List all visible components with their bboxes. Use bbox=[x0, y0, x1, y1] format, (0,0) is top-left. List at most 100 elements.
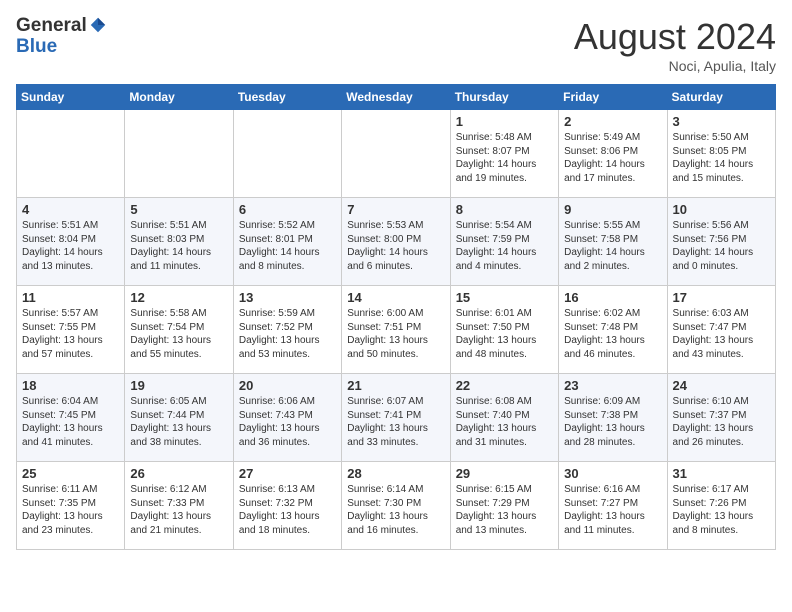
weekday-header-friday: Friday bbox=[559, 85, 667, 110]
day-number: 13 bbox=[239, 290, 336, 305]
calendar-day-cell: 25 Sunrise: 6:11 AMSunset: 7:35 PMDayligh… bbox=[17, 462, 125, 550]
calendar-day-cell: 5 Sunrise: 5:51 AMSunset: 8:03 PMDaylight… bbox=[125, 198, 233, 286]
day-info: Sunrise: 6:02 AMSunset: 7:48 PMDaylight:… bbox=[564, 307, 661, 361]
day-number: 15 bbox=[456, 290, 553, 305]
calendar-day-cell: 12 Sunrise: 5:58 AMSunset: 7:54 PMDayligh… bbox=[125, 286, 233, 374]
day-info: Sunrise: 5:48 AMSunset: 8:07 PMDaylight:… bbox=[456, 131, 553, 185]
day-number: 3 bbox=[673, 114, 770, 129]
day-info: Sunrise: 6:17 AMSunset: 7:26 PMDaylight:… bbox=[673, 483, 770, 537]
calendar-day-cell: 3 Sunrise: 5:50 AMSunset: 8:05 PMDaylight… bbox=[667, 110, 775, 198]
calendar-day-cell: 16 Sunrise: 6:02 AMSunset: 7:48 PMDayligh… bbox=[559, 286, 667, 374]
logo-blue-text: Blue bbox=[16, 37, 57, 58]
calendar-day-cell: 29 Sunrise: 6:15 AMSunset: 7:29 PMDayligh… bbox=[450, 462, 558, 550]
day-info: Sunrise: 6:04 AMSunset: 7:45 PMDaylight:… bbox=[22, 395, 119, 449]
day-info: Sunrise: 5:49 AMSunset: 8:06 PMDaylight:… bbox=[564, 131, 661, 185]
day-info: Sunrise: 6:13 AMSunset: 7:32 PMDaylight:… bbox=[239, 483, 336, 537]
day-info: Sunrise: 5:58 AMSunset: 7:54 PMDaylight:… bbox=[130, 307, 227, 361]
calendar-week-row: 1 Sunrise: 5:48 AMSunset: 8:07 PMDaylight… bbox=[17, 110, 776, 198]
calendar-table: SundayMondayTuesdayWednesdayThursdayFrid… bbox=[16, 84, 776, 550]
calendar-day-cell: 30 Sunrise: 6:16 AMSunset: 7:27 PMDayligh… bbox=[559, 462, 667, 550]
day-info: Sunrise: 5:55 AMSunset: 7:58 PMDaylight:… bbox=[564, 219, 661, 273]
day-number: 28 bbox=[347, 466, 444, 481]
title-section: August 2024 Noci, Apulia, Italy bbox=[574, 16, 776, 74]
day-info: Sunrise: 6:00 AMSunset: 7:51 PMDaylight:… bbox=[347, 307, 444, 361]
day-number: 4 bbox=[22, 202, 119, 217]
day-info: Sunrise: 5:52 AMSunset: 8:01 PMDaylight:… bbox=[239, 219, 336, 273]
day-info: Sunrise: 5:51 AMSunset: 8:03 PMDaylight:… bbox=[130, 219, 227, 273]
day-number: 31 bbox=[673, 466, 770, 481]
calendar-day-cell: 20 Sunrise: 6:06 AMSunset: 7:43 PMDayligh… bbox=[233, 374, 341, 462]
day-number: 25 bbox=[22, 466, 119, 481]
day-info: Sunrise: 5:53 AMSunset: 8:00 PMDaylight:… bbox=[347, 219, 444, 273]
day-number: 5 bbox=[130, 202, 227, 217]
day-info: Sunrise: 6:09 AMSunset: 7:38 PMDaylight:… bbox=[564, 395, 661, 449]
day-number: 17 bbox=[673, 290, 770, 305]
day-info: Sunrise: 6:06 AMSunset: 7:43 PMDaylight:… bbox=[239, 395, 336, 449]
day-info: Sunrise: 5:50 AMSunset: 8:05 PMDaylight:… bbox=[673, 131, 770, 185]
page-header: General Blue August 2024 Noci, Apulia, I… bbox=[16, 16, 776, 74]
day-number: 9 bbox=[564, 202, 661, 217]
day-info: Sunrise: 5:57 AMSunset: 7:55 PMDaylight:… bbox=[22, 307, 119, 361]
day-number: 29 bbox=[456, 466, 553, 481]
calendar-empty-cell bbox=[233, 110, 341, 198]
location-subtitle: Noci, Apulia, Italy bbox=[574, 58, 776, 74]
day-number: 18 bbox=[22, 378, 119, 393]
weekday-header-thursday: Thursday bbox=[450, 85, 558, 110]
calendar-day-cell: 22 Sunrise: 6:08 AMSunset: 7:40 PMDayligh… bbox=[450, 374, 558, 462]
weekday-header-sunday: Sunday bbox=[17, 85, 125, 110]
day-number: 16 bbox=[564, 290, 661, 305]
day-number: 20 bbox=[239, 378, 336, 393]
calendar-day-cell: 1 Sunrise: 5:48 AMSunset: 8:07 PMDaylight… bbox=[450, 110, 558, 198]
day-number: 23 bbox=[564, 378, 661, 393]
weekday-header-row: SundayMondayTuesdayWednesdayThursdayFrid… bbox=[17, 85, 776, 110]
calendar-week-row: 18 Sunrise: 6:04 AMSunset: 7:45 PMDayligh… bbox=[17, 374, 776, 462]
calendar-day-cell: 18 Sunrise: 6:04 AMSunset: 7:45 PMDayligh… bbox=[17, 374, 125, 462]
day-info: Sunrise: 6:16 AMSunset: 7:27 PMDaylight:… bbox=[564, 483, 661, 537]
calendar-day-cell: 27 Sunrise: 6:13 AMSunset: 7:32 PMDayligh… bbox=[233, 462, 341, 550]
calendar-empty-cell bbox=[342, 110, 450, 198]
calendar-day-cell: 24 Sunrise: 6:10 AMSunset: 7:37 PMDayligh… bbox=[667, 374, 775, 462]
calendar-day-cell: 10Sunrise: 5:56 AMSunset: 7:56 PMDayligh… bbox=[667, 198, 775, 286]
day-info: Sunrise: 6:03 AMSunset: 7:47 PMDaylight:… bbox=[673, 307, 770, 361]
day-number: 27 bbox=[239, 466, 336, 481]
calendar-week-row: 4Sunrise: 5:51 AMSunset: 8:04 PMDaylight… bbox=[17, 198, 776, 286]
day-number: 22 bbox=[456, 378, 553, 393]
calendar-day-cell: 9 Sunrise: 5:55 AMSunset: 7:58 PMDaylight… bbox=[559, 198, 667, 286]
day-info: Sunrise: 6:12 AMSunset: 7:33 PMDaylight:… bbox=[130, 483, 227, 537]
calendar-day-cell: 23 Sunrise: 6:09 AMSunset: 7:38 PMDayligh… bbox=[559, 374, 667, 462]
calendar-day-cell: 19Sunrise: 6:05 AMSunset: 7:44 PMDayligh… bbox=[125, 374, 233, 462]
day-number: 21 bbox=[347, 378, 444, 393]
calendar-day-cell: 13Sunrise: 5:59 AMSunset: 7:52 PMDayligh… bbox=[233, 286, 341, 374]
day-number: 12 bbox=[130, 290, 227, 305]
calendar-day-cell: 15Sunrise: 6:01 AMSunset: 7:50 PMDayligh… bbox=[450, 286, 558, 374]
weekday-header-wednesday: Wednesday bbox=[342, 85, 450, 110]
calendar-day-cell: 14 Sunrise: 6:00 AMSunset: 7:51 PMDayligh… bbox=[342, 286, 450, 374]
calendar-day-cell: 2 Sunrise: 5:49 AMSunset: 8:06 PMDaylight… bbox=[559, 110, 667, 198]
calendar-day-cell: 17 Sunrise: 6:03 AMSunset: 7:47 PMDayligh… bbox=[667, 286, 775, 374]
day-number: 14 bbox=[347, 290, 444, 305]
calendar-day-cell: 4Sunrise: 5:51 AMSunset: 8:04 PMDaylight… bbox=[17, 198, 125, 286]
calendar-day-cell: 7 Sunrise: 5:53 AMSunset: 8:00 PMDaylight… bbox=[342, 198, 450, 286]
day-number: 24 bbox=[673, 378, 770, 393]
day-number: 10 bbox=[673, 202, 770, 217]
day-info: Sunrise: 5:54 AMSunset: 7:59 PMDaylight:… bbox=[456, 219, 553, 273]
day-number: 2 bbox=[564, 114, 661, 129]
day-info: Sunrise: 6:15 AMSunset: 7:29 PMDaylight:… bbox=[456, 483, 553, 537]
calendar-empty-cell bbox=[125, 110, 233, 198]
calendar-day-cell: 8Sunrise: 5:54 AMSunset: 7:59 PMDaylight… bbox=[450, 198, 558, 286]
day-number: 19 bbox=[130, 378, 227, 393]
logo-general-text: General bbox=[16, 16, 87, 37]
day-info: Sunrise: 6:10 AMSunset: 7:37 PMDaylight:… bbox=[673, 395, 770, 449]
day-number: 1 bbox=[456, 114, 553, 129]
day-number: 11 bbox=[22, 290, 119, 305]
day-info: Sunrise: 6:08 AMSunset: 7:40 PMDaylight:… bbox=[456, 395, 553, 449]
logo: General Blue bbox=[16, 16, 107, 58]
day-number: 7 bbox=[347, 202, 444, 217]
weekday-header-tuesday: Tuesday bbox=[233, 85, 341, 110]
calendar-day-cell: 11 Sunrise: 5:57 AMSunset: 7:55 PMDayligh… bbox=[17, 286, 125, 374]
day-number: 30 bbox=[564, 466, 661, 481]
day-number: 26 bbox=[130, 466, 227, 481]
day-info: Sunrise: 6:11 AMSunset: 7:35 PMDaylight:… bbox=[22, 483, 119, 537]
calendar-day-cell: 26 Sunrise: 6:12 AMSunset: 7:33 PMDayligh… bbox=[125, 462, 233, 550]
logo-icon bbox=[89, 16, 107, 34]
